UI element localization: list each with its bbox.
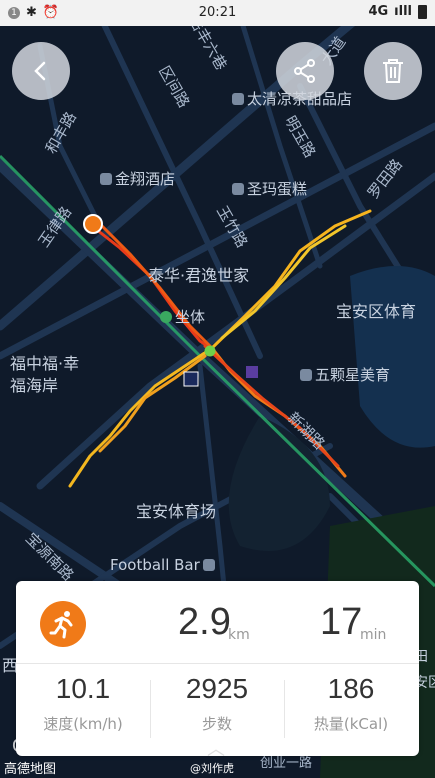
map-poi: 坐体 (160, 306, 205, 327)
signal-icon: ılll (394, 4, 412, 19)
poi-icon (202, 559, 215, 571)
distance-value: 2.9 (178, 601, 231, 643)
metro-icon (160, 310, 172, 323)
poi-icon (300, 368, 312, 381)
steps-label: 步数 (201, 715, 232, 733)
steps-value: 2925 (185, 673, 249, 704)
delete-button[interactable] (364, 42, 422, 100)
map-poi: Football Bar (110, 556, 215, 574)
network-type: 4G (368, 4, 389, 19)
map-poi: 五颗星美育 (300, 364, 390, 385)
card-divider (16, 663, 419, 664)
speed-label: 速度(km/h) (43, 715, 123, 733)
map-label-area: 泰华·君逸世家 (148, 266, 250, 285)
poi-icon (232, 92, 244, 105)
trash-icon (383, 59, 403, 83)
map-label-area: 宝安体育场 (136, 502, 217, 521)
distance-unit: km (228, 627, 250, 643)
map-label-area: 福中福·幸 (10, 354, 80, 373)
status-right-icons: 4G ılll (368, 4, 427, 19)
map-label-area: 福海岸 (10, 376, 59, 395)
watermark: GIZMOCHINA (12, 736, 154, 757)
duration-value: 17 (320, 601, 363, 643)
expand-chevron-icon[interactable]: ︿ (207, 735, 225, 761)
back-button[interactable] (12, 42, 70, 100)
map-provider-logo: 高德地图 (4, 762, 57, 777)
map-poi: 圣玛蛋糕 (232, 178, 307, 199)
map-label-area: 宝安区体育 (336, 302, 417, 321)
calories-value: 186 (327, 673, 375, 704)
poi-icon (100, 172, 112, 185)
status-bar: 1 ✱ ⏰ 20:21 4G ılll (0, 0, 435, 26)
weibo-tag: @刘作虎 (190, 762, 234, 775)
calories-label: 热量(kCal) (313, 715, 389, 733)
battery-icon (418, 4, 427, 19)
poi-icon (232, 182, 244, 195)
map-poi: 金翔酒店 (100, 168, 175, 189)
share-button[interactable] (276, 42, 334, 100)
share-icon (294, 59, 315, 83)
back-arrow-icon (34, 61, 46, 81)
stats-card: 2.9 km 17 min 10.1 速度(km/h) 2925 步数 186 … (16, 581, 419, 756)
duration-unit: min (360, 627, 387, 643)
run-icon (40, 601, 86, 647)
speed-value: 10.1 (55, 673, 111, 704)
